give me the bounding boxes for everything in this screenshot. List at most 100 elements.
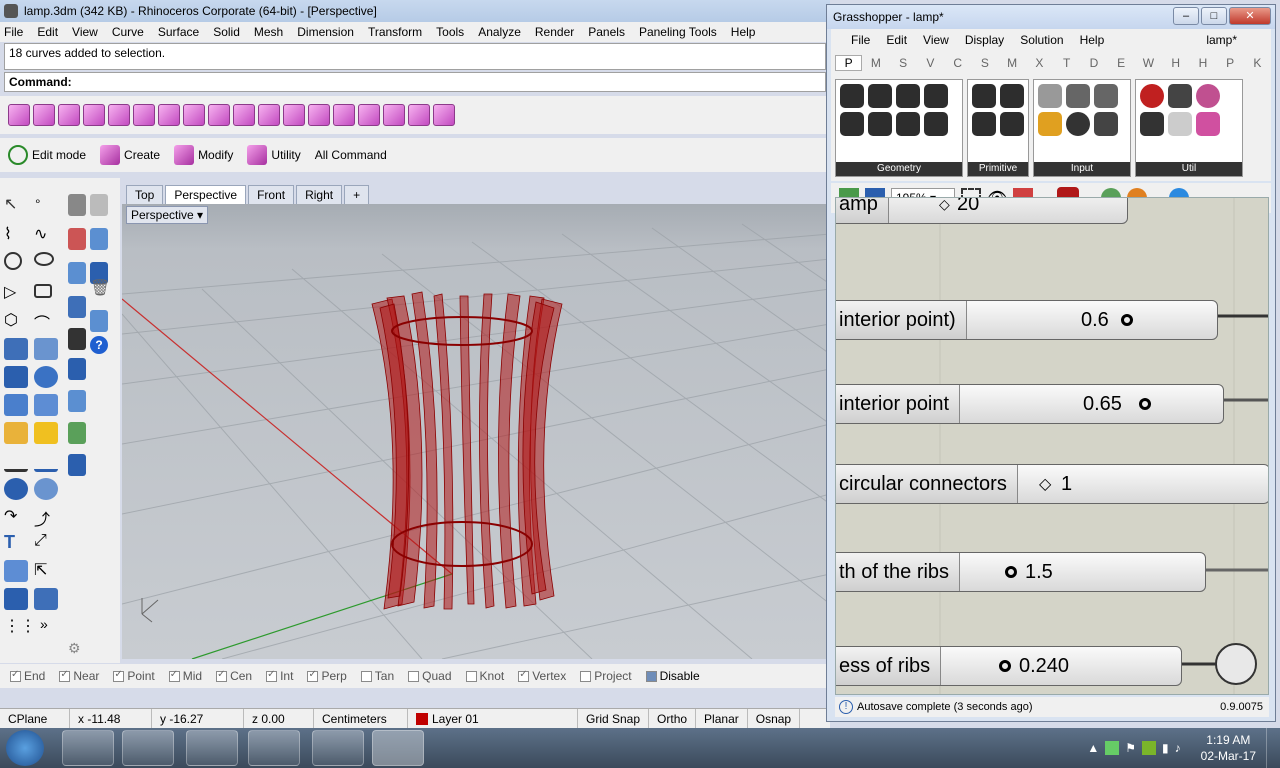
geometry-comp-icon-2[interactable] — [868, 84, 892, 108]
flask-icon[interactable] — [1196, 112, 1220, 136]
panel-geometry-label[interactable]: Geometry — [836, 162, 962, 176]
checkbox-cen[interactable] — [216, 669, 228, 682]
osnap-vertex[interactable]: Vertex — [518, 669, 566, 683]
select-arrow-icon[interactable]: ↖ — [4, 194, 28, 216]
checkbox-point[interactable] — [113, 669, 125, 682]
input-comp-icon-2[interactable] — [1066, 84, 1090, 108]
text-icon[interactable]: T — [4, 532, 28, 554]
edit-mode-button[interactable]: Edit mode — [8, 145, 86, 165]
checkbox-quad[interactable] — [408, 670, 420, 682]
osnap-near[interactable]: Near — [59, 669, 99, 683]
tool-icon-3[interactable] — [58, 104, 80, 126]
checkbox-disable[interactable] — [645, 670, 657, 682]
side-tool-9-icon[interactable] — [90, 310, 108, 332]
dimension-icon[interactable]: ⤢ — [34, 532, 58, 554]
tab-maths[interactable]: M — [862, 56, 889, 70]
side-tool-7-icon[interactable] — [68, 296, 86, 318]
tool-icon-10[interactable] — [233, 104, 255, 126]
sphere-icon[interactable] — [34, 366, 58, 388]
panel-primitive-label[interactable]: Primitive — [968, 162, 1028, 176]
tool-icon-11[interactable] — [258, 104, 280, 126]
polygon-icon[interactable]: ⬡ — [4, 310, 28, 332]
geometry-comp-icon-6[interactable] — [868, 112, 892, 136]
tool-icon-13[interactable] — [308, 104, 330, 126]
create-button[interactable]: Create — [100, 145, 160, 165]
tab-surface[interactable]: S — [971, 56, 998, 70]
slider-3-grip-icon[interactable] — [1139, 398, 1151, 410]
primitive-comp-icon-4[interactable] — [1000, 112, 1024, 136]
primitive-comp-icon-2[interactable] — [1000, 84, 1024, 108]
gh-menu-file[interactable]: File — [851, 33, 870, 47]
ortho-toggle[interactable]: Ortho — [649, 709, 697, 728]
tool-icon-18[interactable] — [433, 104, 455, 126]
tab-h1[interactable]: H — [1162, 56, 1189, 70]
tray-icon-2[interactable] — [1142, 741, 1157, 755]
gh-menu-edit[interactable]: Edit — [886, 33, 907, 47]
planar-toggle[interactable]: Planar — [696, 709, 748, 728]
tab-w[interactable]: W — [1135, 56, 1162, 70]
geometry-comp-icon-8[interactable] — [924, 112, 948, 136]
osnap-tan[interactable]: Tan — [360, 669, 394, 683]
close-button[interactable]: ✕ — [1229, 7, 1271, 25]
tab-display[interactable]: D — [1080, 56, 1107, 70]
tool-icon-17[interactable] — [408, 104, 430, 126]
primitive-comp-icon-1[interactable] — [972, 84, 996, 108]
panel-util-label[interactable]: Util — [1136, 162, 1242, 176]
osnap-disable[interactable]: Disable — [645, 669, 700, 683]
menu-panels[interactable]: Panels — [588, 25, 625, 39]
tab-perspective[interactable]: Perspective — [165, 185, 247, 204]
geometry-comp-icon-4[interactable] — [924, 84, 948, 108]
tray-expand-icon[interactable]: ▲ — [1087, 741, 1099, 755]
checkbox-perp[interactable] — [307, 669, 319, 682]
star-icon[interactable] — [4, 422, 28, 444]
osnap-knot[interactable]: Knot — [465, 669, 504, 683]
util-comp-icon-3[interactable] — [1196, 84, 1220, 108]
tab-top[interactable]: Top — [126, 185, 164, 204]
tab-curve[interactable]: C — [944, 56, 971, 70]
muse-taskbar-icon[interactable] — [312, 730, 364, 766]
utility-button[interactable]: Utility — [247, 145, 301, 165]
side-tool-12-icon[interactable] — [68, 422, 86, 444]
geometry-comp-icon-3[interactable] — [896, 84, 920, 108]
show-desktop-button[interactable] — [1266, 728, 1276, 768]
block-icon[interactable] — [4, 588, 28, 610]
tab-right[interactable]: Right — [296, 185, 343, 204]
tool-icon-14[interactable] — [333, 104, 355, 126]
all-command-button[interactable]: All Command — [315, 148, 387, 162]
flag-icon[interactable]: ⚑ — [1125, 741, 1136, 755]
side-tool-11-icon[interactable] — [68, 390, 86, 412]
checkbox-int[interactable] — [266, 669, 278, 682]
tab-transform[interactable]: T — [1053, 56, 1080, 70]
side-tool-8-icon[interactable] — [68, 328, 86, 350]
input-comp-icon-1[interactable] — [1038, 84, 1062, 108]
slider-2-grip-icon[interactable] — [1121, 314, 1133, 326]
group-icon[interactable] — [34, 478, 58, 500]
side-tool-2-icon[interactable] — [90, 194, 108, 216]
tool-icon-8[interactable] — [183, 104, 205, 126]
osnap-perp[interactable]: Perp — [307, 669, 347, 683]
side-tool-10-icon[interactable] — [68, 358, 86, 380]
side-tool-5-icon[interactable] — [68, 262, 86, 284]
offset-icon[interactable]: ⤴ — [34, 506, 58, 529]
arc-icon[interactable]: ⌒ — [34, 310, 58, 333]
slider-5-grip-icon[interactable] — [1005, 566, 1017, 578]
slider-6[interactable]: ess of ribs 0.240 — [836, 646, 1182, 686]
start-button[interactable] — [6, 730, 44, 766]
tool-icon-15[interactable] — [358, 104, 380, 126]
gh-menu-display[interactable]: Display — [965, 33, 1004, 47]
input-comp-icon-6[interactable] — [1094, 112, 1118, 136]
menu-transform[interactable]: Transform — [368, 25, 422, 39]
circle-icon[interactable] — [4, 252, 22, 270]
geometry-comp-icon-5[interactable] — [840, 112, 864, 136]
tab-h2[interactable]: H — [1189, 56, 1216, 70]
side-tool-4-icon[interactable] — [90, 228, 108, 250]
box-icon[interactable] — [4, 366, 28, 388]
tool-icon-2[interactable] — [33, 104, 55, 126]
osnap-quad[interactable]: Quad — [408, 669, 452, 683]
tool-icon-16[interactable] — [383, 104, 405, 126]
tool-icon-9[interactable] — [208, 104, 230, 126]
network-icon[interactable]: ▮ — [1162, 741, 1169, 755]
osnap-toggle[interactable]: Osnap — [748, 709, 801, 728]
surface-edge-icon[interactable] — [34, 338, 58, 360]
menu-file[interactable]: File — [4, 25, 23, 39]
